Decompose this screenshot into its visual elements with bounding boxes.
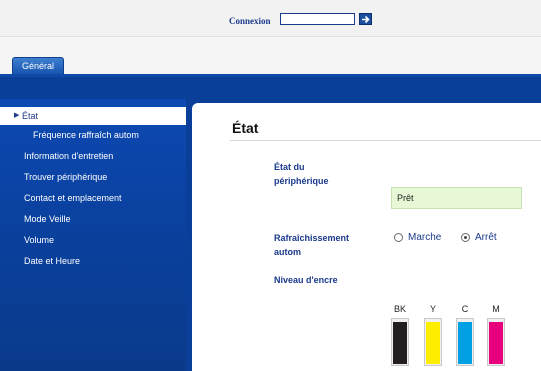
ink-label-m: M <box>492 304 500 314</box>
sidebar-item-label: État <box>22 111 39 121</box>
ink-fill-bk <box>393 322 407 364</box>
radio-marche-label: Marche <box>408 232 442 243</box>
sidebar-item-label: Fréquence raffraîch autom <box>33 130 139 140</box>
tab-strip: Général <box>0 37 541 77</box>
top-bar: Connexion <box>0 0 541 37</box>
triangle-right-icon: ▶ <box>14 112 20 119</box>
tab-general[interactable]: Général <box>12 57 64 74</box>
radio-selected-icon <box>461 233 470 242</box>
sidebar-item-label: Information d'entretien <box>24 151 114 161</box>
sidebar-item-label: Trouver périphérique <box>24 172 108 182</box>
ink-fill-y <box>426 322 440 364</box>
sidebar-item-label: Date et Heure <box>24 256 81 266</box>
page-title: État <box>232 120 259 136</box>
arrow-right-icon <box>362 15 370 24</box>
auto-refresh-label-line2: autom <box>274 247 301 257</box>
sidebar-item-etat[interactable]: ▶ État <box>0 107 186 125</box>
sidebar-item-date-heure[interactable]: Date et Heure <box>0 252 186 270</box>
sidebar-item-mode-veille[interactable]: Mode Veille <box>0 210 186 228</box>
device-status-value: Prêt <box>391 187 522 209</box>
ink-cartridge-y <box>424 318 442 366</box>
sidebar: ▶ État Fréquence raffraîch autom Informa… <box>0 99 186 371</box>
ink-level-label: Niveau d'encre <box>274 275 338 285</box>
ink-label-bk: BK <box>393 304 406 314</box>
sidebar-item-label: Mode Veille <box>24 214 71 224</box>
ink-fill-c <box>458 322 472 364</box>
sidebar-item-information-entretien[interactable]: Information d'entretien <box>0 147 186 165</box>
login-password-input[interactable] <box>280 13 355 25</box>
device-status-label-line1: État du <box>274 162 305 172</box>
login-label: Connexion <box>229 16 271 26</box>
ink-label-y: Y <box>429 304 436 314</box>
login-submit-button[interactable] <box>359 13 372 25</box>
radio-arret-label: Arrêt <box>475 232 497 243</box>
title-divider <box>230 140 541 141</box>
ink-cartridge-m <box>487 318 505 366</box>
sidebar-item-label: Contact et emplacement <box>24 193 122 203</box>
header-band <box>0 77 541 99</box>
sidebar-item-frequence-rafraich[interactable]: Fréquence raffraîch autom <box>0 126 186 144</box>
auto-refresh-label: Rafraîchissement autom <box>274 231 349 259</box>
device-status-label-line2: périphérique <box>274 176 329 186</box>
auto-refresh-label-line1: Rafraîchissement <box>274 233 350 243</box>
ink-cartridge-c <box>456 318 474 366</box>
ink-fill-m <box>489 322 503 364</box>
ink-cartridge-bk <box>391 318 409 366</box>
sidebar-item-contact-emplacement[interactable]: Contact et emplacement <box>0 189 186 207</box>
radio-circle-icon <box>394 233 403 242</box>
sidebar-item-volume[interactable]: Volume <box>0 231 186 249</box>
ink-label-c: C <box>461 304 469 314</box>
sidebar-item-trouver-peripherique[interactable]: Trouver périphérique <box>0 168 186 186</box>
sidebar-item-label: Volume <box>24 235 55 245</box>
device-status-label: État du périphérique <box>274 160 329 188</box>
